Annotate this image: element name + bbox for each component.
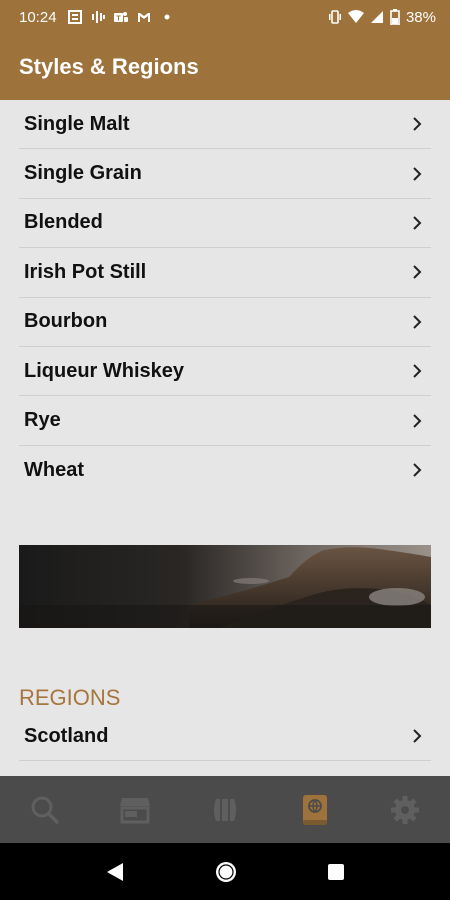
system-nav-bar	[0, 843, 450, 900]
chevron-right-icon	[413, 216, 422, 230]
landscape-banner-image	[19, 545, 431, 628]
store-icon	[120, 797, 150, 823]
battery-percent: 38%	[405, 8, 436, 26]
gmail-icon	[137, 13, 150, 22]
list-item-rye[interactable]: Rye	[19, 396, 431, 446]
chevron-right-icon	[413, 364, 422, 378]
list-item-irish-pot-still[interactable]: Irish Pot Still	[19, 248, 431, 298]
podcast-icon	[91, 11, 105, 23]
list-item-blended[interactable]: Blended	[19, 199, 431, 249]
home-icon[interactable]	[214, 860, 238, 884]
list-item-label: Irish Pot Still	[24, 260, 147, 283]
chevron-right-icon	[413, 413, 422, 428]
chevron-right-icon	[413, 315, 422, 329]
chevron-right-icon	[413, 117, 422, 131]
gear-icon	[391, 795, 419, 824]
content-scroll[interactable]: Single Malt Single Grain Blended Irish P…	[0, 100, 450, 776]
barrel-icon	[214, 798, 236, 821]
list-item-label: Single Malt	[24, 112, 130, 135]
list-item-label: Bourbon	[24, 310, 108, 333]
regions-list: Scotland	[19, 712, 431, 762]
list-item-liqueur-whiskey[interactable]: Liqueur Whiskey	[19, 347, 431, 397]
list-item-label: Scotland	[24, 724, 109, 747]
status-time: 10:24	[19, 8, 57, 26]
list-item-bourbon[interactable]: Bourbon	[19, 298, 431, 347]
dot-icon	[164, 14, 170, 20]
styles-list: Single Malt Single Grain Blended Irish P…	[19, 100, 431, 495]
list-item-label: Single Grain	[24, 162, 142, 185]
list-item-wheat[interactable]: Wheat	[19, 446, 431, 495]
news-icon	[67, 10, 82, 24]
list-item-label: Rye	[24, 409, 61, 432]
list-item-label: Blended	[24, 211, 103, 234]
tab-search[interactable]	[15, 780, 75, 840]
list-item-single-grain[interactable]: Single Grain	[19, 149, 431, 199]
page-title: Styles & Regions	[19, 54, 199, 79]
battery-icon	[390, 9, 400, 25]
status-bar: 10:24 T 38%	[0, 0, 450, 34]
regions-section-header: REGIONS	[19, 685, 121, 710]
tab-collection[interactable]	[195, 780, 255, 840]
search-icon	[31, 796, 59, 824]
wifi-icon	[347, 10, 364, 23]
list-item-label: Wheat	[24, 458, 84, 481]
teams-icon: T	[113, 12, 128, 23]
signal-icon	[370, 11, 383, 23]
landscape-illustration	[19, 545, 431, 628]
bottom-tab-bar	[0, 776, 450, 843]
list-item-single-malt[interactable]: Single Malt	[19, 100, 431, 150]
chevron-right-icon	[413, 463, 422, 478]
back-icon[interactable]	[105, 861, 125, 883]
recents-icon[interactable]	[327, 863, 345, 881]
tab-store[interactable]	[105, 780, 165, 840]
svg-text:T: T	[116, 16, 121, 23]
tab-styles-regions[interactable]	[285, 780, 345, 840]
chevron-right-icon	[413, 166, 422, 181]
list-item-scotland[interactable]: Scotland	[19, 712, 431, 762]
chevron-right-icon	[413, 729, 422, 743]
tab-settings[interactable]	[375, 780, 435, 840]
chevron-right-icon	[413, 265, 422, 280]
book-icon	[303, 794, 327, 825]
app-bar: Styles & Regions	[0, 34, 450, 100]
vibrate-icon	[328, 10, 341, 24]
list-item-label: Liqueur Whiskey	[24, 359, 185, 382]
